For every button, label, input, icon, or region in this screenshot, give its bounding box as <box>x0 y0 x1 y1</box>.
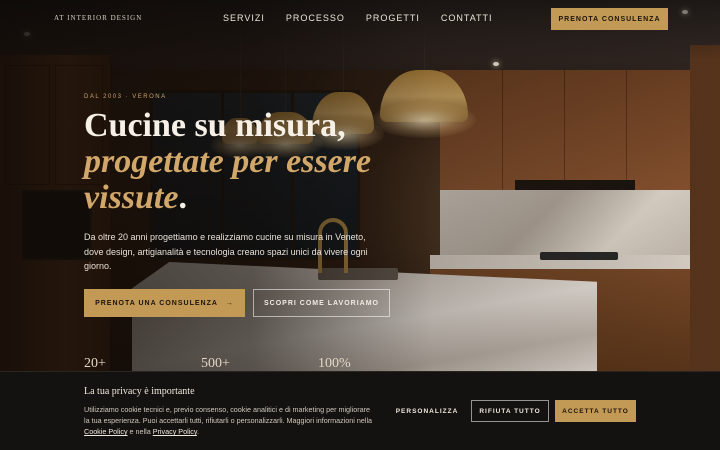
hero-title-end: . <box>178 179 187 216</box>
privacy-policy-link[interactable]: Privacy Policy <box>153 427 197 436</box>
cookie-text-middle: e nella <box>127 427 153 436</box>
stat-projects: 500+ <box>201 356 230 371</box>
nav-link-progetti[interactable]: PROGETTI <box>366 13 420 23</box>
stat-years: 20+ <box>84 356 106 371</box>
nav-link-contatti[interactable]: CONTATTI <box>441 13 493 23</box>
cookie-policy-link[interactable]: Cookie Policy <box>84 427 128 436</box>
cookie-text-intro: Utilizziamo cookie tecnici e, previo con… <box>84 405 373 425</box>
nav-link-processo[interactable]: PROCESSO <box>286 13 345 23</box>
hero-title: Cucine su misura, progettate per essere … <box>84 108 414 216</box>
hero-description: Da oltre 20 anni progettiamo e realizzia… <box>84 232 368 271</box>
cookie-banner-title: La tua privacy è importante <box>84 386 195 397</box>
cookie-banner-text: Utilizziamo cookie tecnici e, previo con… <box>84 404 374 437</box>
accept-all-button[interactable]: ACCETTA TUTTO <box>555 400 636 422</box>
reject-all-button[interactable]: RIFIUTA TUTTO <box>471 400 549 422</box>
top-navigation: AT INTERIOR DESIGN SERVIZI PROCESSO PROG… <box>0 0 720 38</box>
book-a-consultation-button[interactable]: PRENOTA UNA CONSULENZA → <box>84 289 245 317</box>
hero-title-accent: progettate per essere vissute <box>84 143 372 216</box>
book-a-consultation-label: PRENOTA UNA CONSULENZA <box>95 299 218 307</box>
cookie-banner: La tua privacy è importante Utilizziamo … <box>0 371 720 450</box>
book-consultation-button[interactable]: PRENOTA CONSULENZA <box>551 8 668 30</box>
personalize-button[interactable]: PERSONALIZZA <box>393 401 461 421</box>
hero-title-line1: Cucine su misura, <box>84 107 346 144</box>
site-logo[interactable]: AT INTERIOR DESIGN <box>54 14 142 22</box>
arrow-right-icon: → <box>225 299 234 307</box>
stat-percent: 100% <box>318 356 351 371</box>
hero-eyebrow: DAL 2003 · VERONA <box>84 94 167 100</box>
hero-stats: 20+ 500+ 100% <box>84 356 435 372</box>
cookie-text-end: . <box>196 427 199 436</box>
nav-link-servizi[interactable]: SERVIZI <box>223 13 265 23</box>
main-menu: SERVIZI PROCESSO PROGETTI CONTATTI <box>223 13 493 23</box>
discover-how-we-work-button[interactable]: SCOPRI COME LAVORIAMO <box>253 289 390 317</box>
